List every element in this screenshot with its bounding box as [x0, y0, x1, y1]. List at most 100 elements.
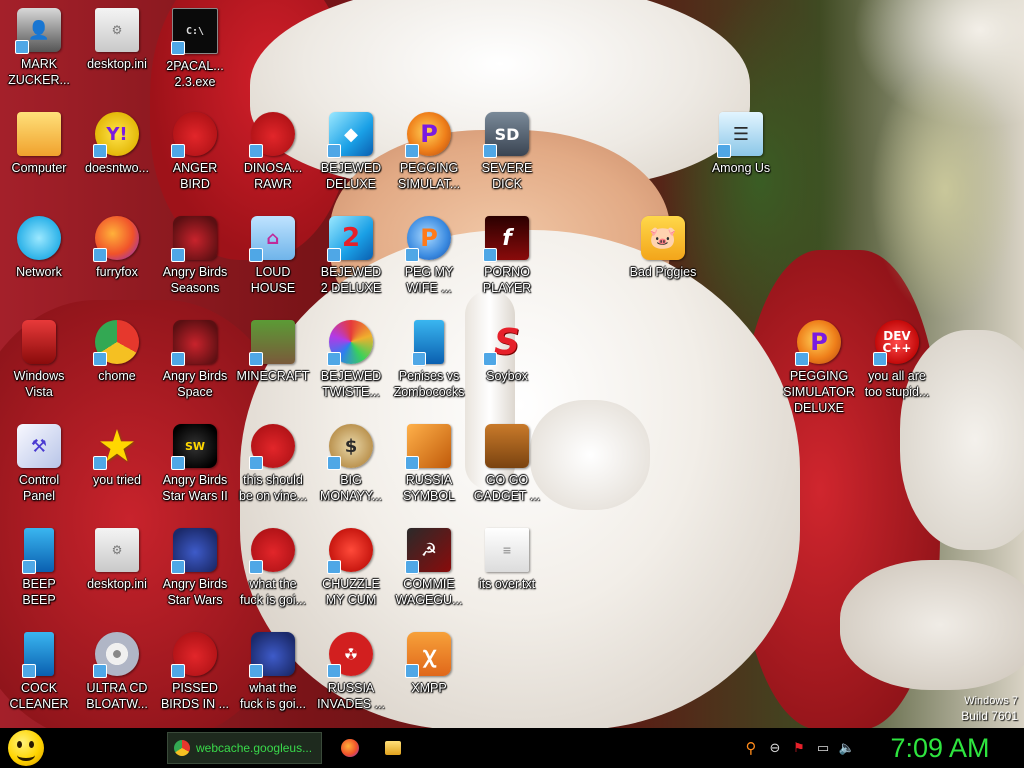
- yahoo-messenger-icon: Y!: [93, 112, 139, 158]
- desktop-icon-russia-symbol[interactable]: RUSSIA SYMBOL: [390, 424, 468, 504]
- desktop-icon-angry-birds-star-wars[interactable]: Angry Birds Star Wars: [156, 528, 234, 608]
- dev-cpp-icon: DEV C++: [873, 320, 919, 366]
- network-status-icon[interactable]: ▭: [814, 739, 832, 757]
- desktop-icon-loud-house[interactable]: ⌂ LOUD HOUSE: [234, 216, 312, 296]
- taskbar-clock[interactable]: 7:09 AM: [870, 730, 1010, 766]
- desktop-icon-commie-wagegu[interactable]: ☭ COMMIE WAGEGU...: [390, 528, 468, 608]
- desktop-icon-network[interactable]: Network: [0, 216, 78, 280]
- desktop-icon-label: PEGGING SIMULATOR DELUXE: [783, 369, 855, 415]
- desktop-icon-label: SEVERE DICK: [481, 161, 533, 191]
- desktop-icon-chuzzle-my-cum[interactable]: CHUZZLE MY CUM: [312, 528, 390, 608]
- desktop-icon-computer[interactable]: Computer: [0, 112, 78, 176]
- desktop-icon-windows-vista[interactable]: Windows Vista: [0, 320, 78, 400]
- minus-circle-icon[interactable]: ⊖: [766, 739, 784, 757]
- network-icon: [17, 216, 61, 260]
- wallpaper-glove: [530, 400, 650, 510]
- gem-twist-icon: [327, 320, 373, 366]
- angry-birds-seasons-icon: [171, 216, 217, 262]
- start-button[interactable]: [4, 730, 48, 766]
- search-icon[interactable]: ⚲: [742, 739, 760, 757]
- bad-piggies-icon: 🐷: [641, 216, 685, 260]
- desktop-icon-label: BIG MONAYY...: [319, 473, 383, 503]
- watermark-build-number: Build 7601: [961, 709, 1018, 723]
- desktop-icon-label: doesntwo...: [85, 161, 149, 175]
- desktop-icon-label: RUSSIA SYMBOL: [402, 473, 456, 503]
- desktop-icon-label: MINECRAFT: [236, 369, 310, 383]
- desktop-icon-among-us[interactable]: ☰ Among Us: [702, 112, 780, 176]
- desktop-icon-its-over-txt[interactable]: ≡ its over.txt: [468, 528, 546, 592]
- desktop-icon-chome[interactable]: chome: [78, 320, 156, 384]
- among-us-icon: ☰: [717, 112, 763, 158]
- desktop-icon-severe-dick[interactable]: SD SEVERE DICK: [468, 112, 546, 192]
- desktop-icon-angry-birds-star-wars-ii[interactable]: SW Angry Birds Star Wars II: [156, 424, 234, 504]
- desktop-icon-bad-piggies[interactable]: 🐷 Bad Piggies: [624, 216, 702, 280]
- desktop-icon-label: Control Panel: [18, 473, 60, 503]
- desktop-icon-beep-beep[interactable]: BEEP BEEP: [0, 528, 78, 608]
- desktop-icon-this-should-be-on-vine[interactable]: this should be on vine...: [234, 424, 312, 504]
- folder-icon: [385, 741, 401, 755]
- wallpaper-leaves: [870, 60, 1020, 320]
- desktop-icon-you-all-are-too-stupid[interactable]: DEV C++ you all are too stupid...: [858, 320, 936, 400]
- desktop-icon-pissed-birds-in[interactable]: PISSED BIRDS IN ...: [156, 632, 234, 712]
- desktop-icon-minecraft[interactable]: MINECRAFT: [234, 320, 312, 384]
- desktop-icon-label: BEJEWED 2 DELUXE: [320, 265, 382, 295]
- minecraft-icon: [249, 320, 295, 366]
- desktop-icon-label: desktop.ini: [87, 57, 147, 71]
- recycle-bin-icon: [22, 320, 56, 364]
- desktop-icon-label: Windows Vista: [13, 369, 65, 399]
- star-icon: ★: [93, 421, 139, 472]
- desktop-icon-label: PEG MY WIFE ...: [404, 265, 454, 295]
- desktop-icon-pegging-simulator-deluxe[interactable]: P PEGGING SIMULATOR DELUXE: [780, 320, 858, 416]
- desktop-icon-what-the-fuck-1[interactable]: what the fuck is goi...: [234, 528, 312, 608]
- desktop-icon-label: XMPP: [411, 681, 447, 695]
- desktop-icon-2pacal[interactable]: C:\ 2PACAL... 2.3.exe: [156, 8, 234, 90]
- desktop-icon-mark-zucker[interactable]: 👤 MARK ZUCKER...: [0, 8, 78, 88]
- desktop-icon-label: BEJEWED TWISTE...: [320, 369, 382, 399]
- desktop-icon-furryfox[interactable]: furryfox: [78, 216, 156, 280]
- desktop-icon-dinosa-rawr[interactable]: DINOSA... RAWR: [234, 112, 312, 192]
- desktop-icon-what-the-fuck-2[interactable]: what the fuck is goi...: [234, 632, 312, 712]
- volume-icon[interactable]: 🔈: [838, 739, 856, 757]
- desktop-icon-bejewed-deluxe[interactable]: ◆ BEJEWED DELUXE: [312, 112, 390, 192]
- desktop-icon-penises-vs-zombococks[interactable]: Penises vs Zombococks: [390, 320, 468, 400]
- desktop-icon-anger-bird[interactable]: ANGER BIRD: [156, 112, 234, 192]
- desktop-icon-cock-cleaner[interactable]: COCK CLEANER: [0, 632, 78, 712]
- desktop-icon-label: COCK CLEANER: [9, 681, 69, 711]
- desktop-icon-porno-player[interactable]: f PORNO PLAYER: [468, 216, 546, 296]
- desktop-icon-label: Angry Birds Star Wars: [162, 577, 228, 607]
- desktop-icon-xmpp[interactable]: ꭓ XMPP: [390, 632, 468, 696]
- desktop-icon-label: BEEP BEEP: [22, 577, 56, 607]
- desktop-icon-label: PISSED BIRDS IN ...: [160, 681, 230, 711]
- system-tray: ⚲ ⊖ ⚑ ▭ 🔈: [742, 738, 856, 758]
- cd-icon: [93, 632, 139, 678]
- money-bag-icon: $: [327, 424, 373, 470]
- desktop-icon-angry-birds-space[interactable]: Angry Birds Space: [156, 320, 234, 400]
- desktop-icon-desktop-ini[interactable]: ⚙ desktop.ini: [78, 8, 156, 72]
- taskbar-button-explorer[interactable]: [378, 734, 408, 762]
- taskbar-button-chrome-window[interactable]: webcache.googleus...: [167, 732, 322, 764]
- desktop-icon-bejewed-2-deluxe[interactable]: 2 BEJEWED 2 DELUXE: [312, 216, 390, 296]
- desktop-icon-peg-my-wife[interactable]: P PEG MY WIFE ...: [390, 216, 468, 296]
- desktop-icon-bejewed-twist[interactable]: BEJEWED TWISTE...: [312, 320, 390, 400]
- taskbar-button-firefox[interactable]: [336, 734, 364, 762]
- desktop-icon-soybox[interactable]: S Soybox: [468, 320, 546, 384]
- angry-bird-icon: [249, 528, 295, 574]
- desktop-icon-desktop-ini-2[interactable]: ⚙ desktop.ini: [78, 528, 156, 592]
- desktop-icon-control-panel[interactable]: ⚒ Control Panel: [0, 424, 78, 504]
- xampp-icon: ꭓ: [405, 632, 451, 678]
- angry-birds-star-wars-icon: [171, 528, 217, 574]
- desktop-icon-label: Soybox: [486, 369, 528, 383]
- desktop-icon-pegging-simulat[interactable]: P PEGGING SIMULAT...: [390, 112, 468, 192]
- desktop-icon-angry-birds-seasons[interactable]: Angry Birds Seasons: [156, 216, 234, 296]
- desktop-icon-you-tried[interactable]: ★ you tried: [78, 421, 156, 488]
- desktop-icon-big-monayy[interactable]: $ BIG MONAYY...: [312, 424, 390, 504]
- desktop-icon-label: COMMIE WAGEGU...: [395, 577, 463, 607]
- angry-birds-star-wars-icon: SW: [171, 424, 217, 470]
- desktop-icon-russia-invades[interactable]: ☢ RUSSIA INVADES ...: [312, 632, 390, 712]
- action-center-flag-icon[interactable]: ⚑: [790, 739, 808, 757]
- desktop-icon-ultra-cd-bloatw[interactable]: ULTRA CD BLOATW...: [78, 632, 156, 712]
- desktop-icon-doesntwo[interactable]: Y! doesntwo...: [78, 112, 156, 176]
- desktop-icon-go-go-gadget[interactable]: GO GO GADGET ...: [468, 424, 546, 504]
- desktop-icon-label: its over.txt: [478, 577, 536, 591]
- desktop-icon-label: Angry Birds Seasons: [162, 265, 228, 295]
